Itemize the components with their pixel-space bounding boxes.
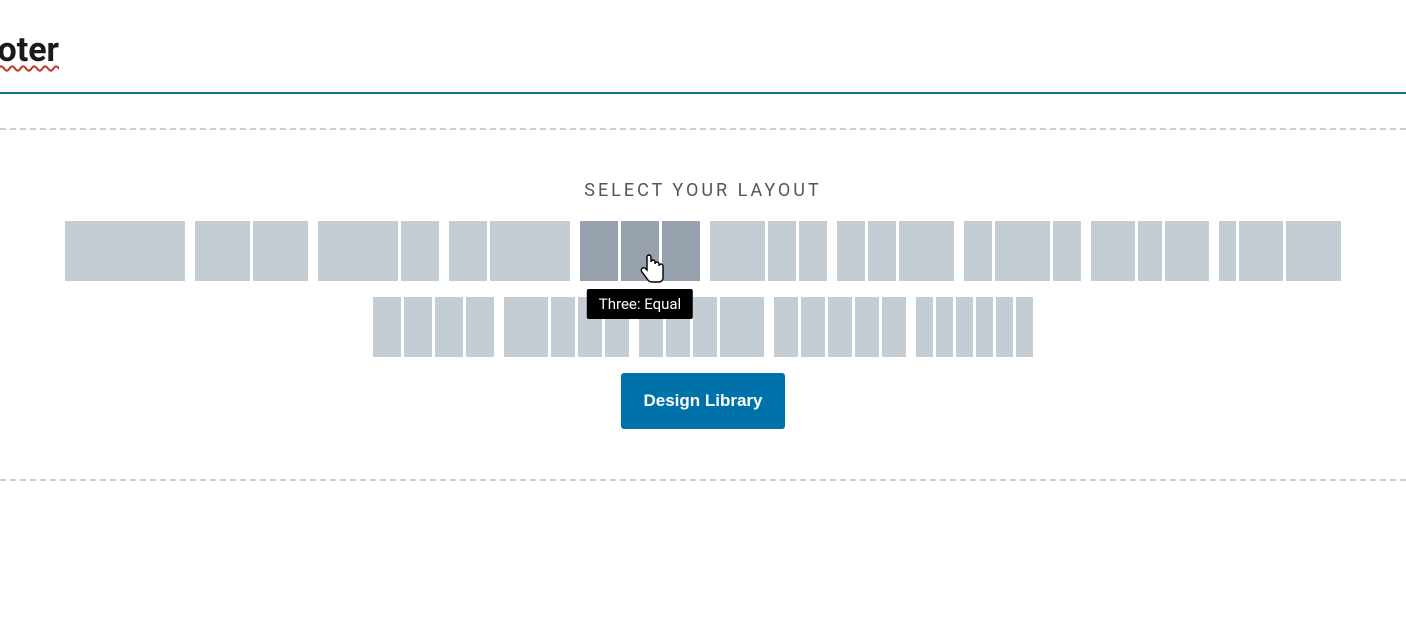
design-library-button[interactable]: Design Library bbox=[621, 373, 784, 429]
layout-column bbox=[956, 297, 973, 357]
layout-column bbox=[195, 221, 250, 281]
layout-column bbox=[693, 297, 717, 357]
layout-column bbox=[504, 297, 548, 357]
layout-column bbox=[899, 221, 954, 281]
layout-column bbox=[837, 221, 865, 281]
layout-option-single[interactable] bbox=[65, 221, 185, 281]
layout-option-three-variant[interactable] bbox=[1219, 221, 1341, 281]
layout-column bbox=[1138, 221, 1162, 281]
layout-column bbox=[65, 221, 185, 281]
section-divider-bottom bbox=[0, 479, 1406, 481]
layout-column bbox=[1239, 221, 1283, 281]
layout-column bbox=[936, 297, 953, 357]
layout-column bbox=[401, 221, 439, 281]
section-divider-top bbox=[0, 128, 1406, 130]
layout-option-five-equal[interactable] bbox=[774, 297, 906, 357]
layout-option-six-equal[interactable] bbox=[916, 297, 1033, 357]
layout-column bbox=[964, 221, 992, 281]
layout-column bbox=[855, 297, 879, 357]
layout-column bbox=[774, 297, 798, 357]
layout-row-1: Three: Equal bbox=[65, 221, 1341, 281]
layout-column bbox=[551, 297, 575, 357]
layout-column bbox=[490, 221, 570, 281]
layout-column bbox=[318, 221, 398, 281]
layout-option-two-equal[interactable] bbox=[195, 221, 308, 281]
layout-column bbox=[916, 297, 933, 357]
layout-column bbox=[996, 297, 1013, 357]
layout-column bbox=[976, 297, 993, 357]
layout-option-three-center-heavy[interactable] bbox=[964, 221, 1081, 281]
title-divider bbox=[0, 92, 1406, 94]
layout-column bbox=[868, 221, 896, 281]
layout-column bbox=[720, 297, 764, 357]
layout-column bbox=[710, 221, 765, 281]
layout-column bbox=[799, 221, 827, 281]
layout-option-four-equal[interactable] bbox=[373, 297, 494, 357]
layout-column bbox=[1286, 221, 1341, 281]
layout-heading: SELECT YOUR LAYOUT bbox=[0, 180, 1406, 201]
layout-column bbox=[253, 221, 308, 281]
layout-column bbox=[882, 297, 906, 357]
layout-option-three-right-heavy[interactable] bbox=[837, 221, 954, 281]
layout-column bbox=[404, 297, 432, 357]
layout-column bbox=[621, 221, 659, 281]
layout-column bbox=[1053, 221, 1081, 281]
layout-option-two-right-heavy[interactable] bbox=[449, 221, 570, 281]
layout-option-three-outer-heavy[interactable] bbox=[1091, 221, 1209, 281]
layout-column bbox=[662, 221, 700, 281]
layout-tooltip: Three: Equal bbox=[587, 289, 693, 319]
layout-column bbox=[1219, 221, 1236, 281]
layout-option-three-equal[interactable]: Three: Equal bbox=[580, 221, 700, 281]
layout-column bbox=[1165, 221, 1209, 281]
layout-row-2 bbox=[373, 297, 1033, 357]
page-title: Footer bbox=[0, 0, 59, 78]
layout-column bbox=[801, 297, 825, 357]
layout-column bbox=[768, 221, 796, 281]
layout-column bbox=[435, 297, 463, 357]
layout-column bbox=[995, 221, 1050, 281]
layout-option-three-left-heavy[interactable] bbox=[710, 221, 827, 281]
layout-column bbox=[466, 297, 494, 357]
layout-column bbox=[373, 297, 401, 357]
layout-column bbox=[580, 221, 618, 281]
layout-column bbox=[1016, 297, 1033, 357]
layout-column bbox=[828, 297, 852, 357]
layout-column bbox=[449, 221, 487, 281]
layout-option-two-left-heavy[interactable] bbox=[318, 221, 439, 281]
layout-options-container: Three: Equal bbox=[0, 221, 1406, 357]
layout-column bbox=[1091, 221, 1135, 281]
